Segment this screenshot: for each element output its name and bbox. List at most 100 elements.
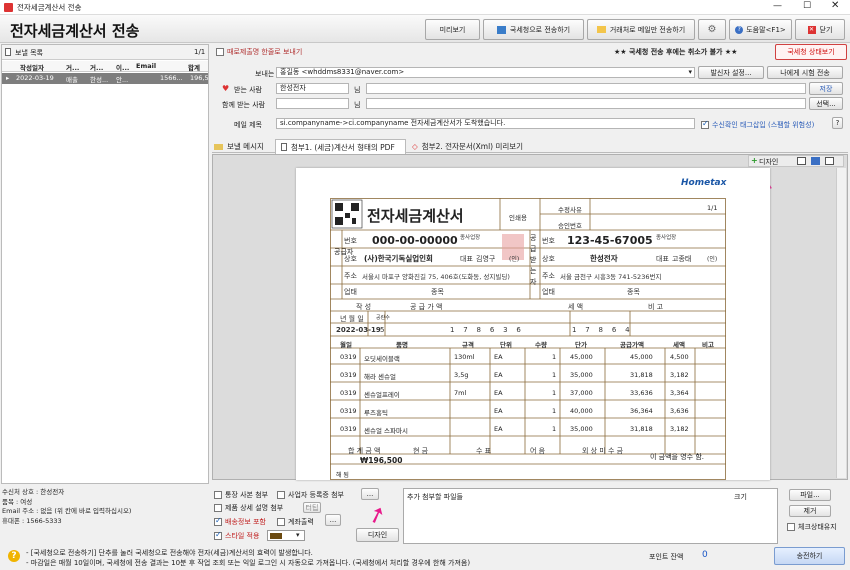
send-copy-check[interactable]: 때로제출명 한줄로 보내기 [216, 47, 302, 57]
biz-license-browse[interactable]: ... [361, 488, 379, 500]
buyer-reg: 123-45-67005 [567, 234, 653, 247]
cc-name-input[interactable] [276, 98, 349, 109]
close-icon[interactable]: ✕ [831, 0, 839, 11]
account-print-check[interactable]: 계좌출력 [277, 517, 314, 527]
list-item: 0319 센슈얼프레이 7ml EA 1 37,000 33,636 3,364 [340, 389, 689, 399]
buyer-vertical: 공급받는자 [530, 234, 537, 286]
supplier-reg: 000-00-00000 [372, 234, 458, 247]
test-send-button[interactable]: 나에게 시험 전송 [767, 66, 843, 79]
col-client: 거... [90, 64, 104, 72]
note-label: 어 음 [530, 447, 546, 455]
doc-icon [5, 48, 11, 56]
subject-input[interactable]: si.companyname->ci.companyname 전자세금계산서가 … [276, 118, 695, 129]
preview-toolbar: + 디자인 [748, 155, 844, 167]
tab-message[interactable]: 보낼 메시지 [214, 140, 264, 153]
buyer-addr-label: 주소 [542, 272, 555, 280]
design-link[interactable]: 디자인 [759, 157, 778, 167]
select-button[interactable]: 선택... [809, 97, 843, 110]
reg-label: 번호 [344, 237, 357, 245]
sender-select[interactable]: 홍길동 <whddms8331@naver.com> ▾ [276, 67, 695, 78]
send-button[interactable]: 송전하기 [774, 547, 845, 565]
name-label: 상호 [344, 255, 357, 263]
close-box-icon: ✕ [807, 25, 816, 34]
biz-label: 업태 [344, 288, 357, 296]
date-label: 년 월 일 [340, 315, 364, 323]
fit-icon[interactable] [825, 157, 834, 165]
settings-button[interactable]: ⚙ [698, 19, 726, 40]
col-date: 작성일자 [20, 64, 44, 72]
col-total: 합계 [188, 64, 200, 72]
mail-icon [596, 26, 606, 33]
help-icon: ? [735, 25, 744, 34]
col-name: 이... [116, 64, 130, 72]
close-button[interactable]: ✕ 닫기 [795, 19, 845, 40]
invoice-title: 전자세금계산서 [367, 207, 464, 225]
blank-count: 5 [380, 326, 385, 334]
buyer-name-label: 상호 [542, 255, 555, 263]
recipient-email-input[interactable] [366, 83, 806, 94]
gear-icon: ⚙ [707, 24, 717, 35]
style-check[interactable]: 스타일 적용 [214, 530, 259, 541]
print-icon[interactable] [797, 157, 806, 165]
recipient-name-input[interactable]: 한성전자 [276, 83, 349, 94]
supplier-name: (사)한국기독실업인회 [364, 254, 433, 263]
save-button[interactable]: 저장 [809, 82, 843, 95]
buyer-rep-label: 대표 [656, 255, 669, 263]
table-row[interactable]: ▸ 2022-03-19 매출 한성... 안... 1566... 196,5 [2, 73, 209, 84]
buyer-addr: 서울 금천구 시흥3동 741-5236번지 [560, 273, 662, 281]
list-item: 0319 센슈얼 스파마시 EA 1 35,000 31,818 3,182 [340, 425, 689, 435]
buyer-item-label: 종목 [627, 288, 640, 296]
approval-label: 승인번호 [558, 222, 582, 230]
design-button[interactable]: 디자인 [356, 528, 399, 542]
window-title: 전자세금계산서 전송 [17, 3, 82, 12]
shipping-check[interactable]: 배송정보 포함 [214, 516, 266, 527]
supply-header: 공 급 가 액 [410, 303, 443, 311]
tab-pdf[interactable]: 첨부1. (세금)계산서 형태의 PDF [275, 139, 406, 154]
maximize-icon[interactable]: ☐ [803, 1, 811, 11]
send-list-header: 작성일자 거... 거... 이... Email 합계 [2, 61, 208, 72]
invoice-page: 1/1 [707, 204, 718, 212]
tab-xml[interactable]: ◇ 첨부2. 전자문서(Xml) 미리보기 [412, 140, 523, 153]
recipient-info: 수신처 상호 : 한성전자 품목 : 여성 Email 주소 : 없음 (위 칸에 … [2, 488, 132, 525]
biz-license-check[interactable]: 사업자 등록증 첨부 [277, 490, 344, 500]
send-nts-button[interactable]: 국세청으로 전송하기 [483, 19, 584, 40]
read-receipt-check[interactable]: 수신확인 태그삽입 (스팸할 위험성) [701, 119, 814, 130]
color-select[interactable]: ▾ [267, 530, 305, 541]
credit-label: 외 상 미 수 금 [582, 447, 624, 455]
keep-check[interactable]: 체크상태유지 [787, 522, 837, 532]
hometax-logo: Hometax [681, 178, 727, 188]
col-email: Email [136, 62, 157, 70]
cc-email-input[interactable] [366, 98, 806, 109]
save-icon[interactable] [811, 157, 820, 165]
scrollbar[interactable] [836, 168, 846, 478]
buyer-reg-label: 번호 [542, 237, 555, 245]
list-item: 0319 루즈홍틱 EA 1 40,000 36,364 3,636 [340, 407, 689, 417]
email-only-button[interactable]: 거래처로 메일만 전송하기 [587, 19, 695, 40]
remove-button[interactable]: 제거 [789, 505, 831, 517]
bankbook-check[interactable]: 통장 사본 첨부 [214, 490, 268, 500]
gift-button[interactable]: 터팁 [303, 502, 321, 513]
tax-digits: 1 7 8 6 4 [572, 326, 633, 334]
minimize-icon[interactable]: — [773, 1, 782, 11]
list-item: 0319 해라 센슈얼 3,5g EA 1 35,000 31,818 3,182 [340, 371, 689, 381]
recipient-label: 받는 사람 [234, 86, 262, 94]
sender-settings-button[interactable]: 발신자 설정... [698, 66, 764, 79]
buyer-name: 한성전자 [590, 254, 618, 263]
nts-status-button[interactable]: 국세청 상태보기 [775, 44, 847, 60]
jongsa-label: 종사업장 [460, 235, 481, 241]
preview-button[interactable]: 미리보기 [425, 19, 480, 40]
nts-icon [496, 25, 506, 34]
col-type: 거... [66, 64, 80, 72]
pdf-icon [281, 143, 287, 151]
subject-help-button[interactable]: ? [832, 117, 843, 129]
buyer-rep: 고종태 [672, 255, 692, 263]
buyer-jongsa: 종사업장 [656, 235, 677, 241]
invoice-bottom: 해 됨 [336, 472, 349, 479]
file-button[interactable]: 파일... [789, 489, 831, 501]
attachments-list[interactable]: 추가 첨부할 파일들 크기 [403, 488, 778, 544]
subject-label: 메일 제목 [234, 121, 262, 129]
product-detail-check[interactable]: 제품 상세 설명 첨부 [214, 503, 283, 513]
account-browse[interactable]: ... [325, 514, 341, 526]
help-button[interactable]: ? 도움말<F1> [729, 19, 792, 40]
info-icon: ? [8, 550, 20, 562]
